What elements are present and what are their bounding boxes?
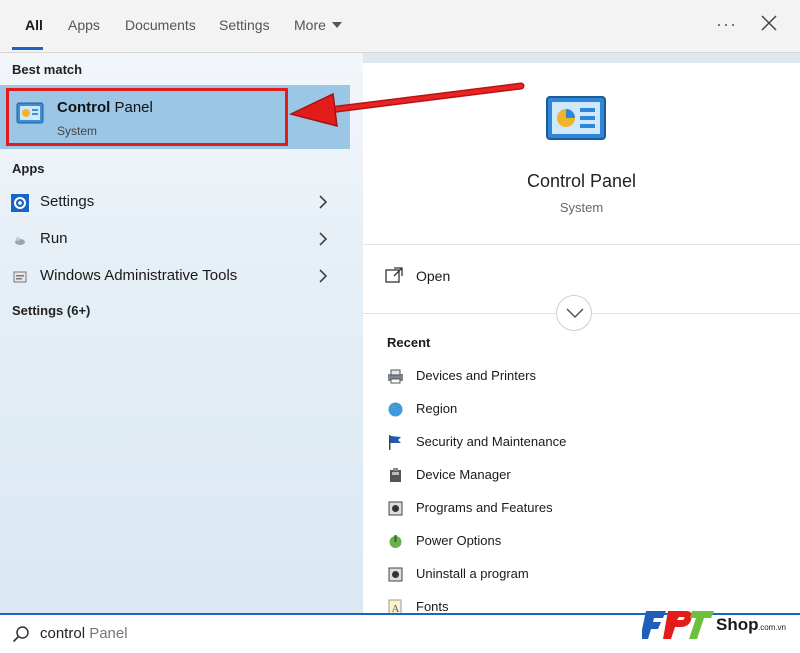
chevron-down-icon xyxy=(331,22,342,28)
search-typed-text: control xyxy=(40,625,86,642)
recent-item-security-and-maintenance[interactable]: Security and Maintenance xyxy=(387,431,687,455)
tab-apps[interactable]: Apps xyxy=(68,17,100,33)
apps-heading: Apps xyxy=(12,161,45,176)
gear-icon xyxy=(11,194,29,212)
app-item-label: Windows Administrative Tools xyxy=(40,267,238,284)
annotation-arrow xyxy=(288,82,525,128)
search-suggestion-text: Panel xyxy=(85,625,128,642)
expand-button[interactable] xyxy=(556,295,592,331)
more-options-icon[interactable]: ··· xyxy=(716,14,737,35)
power-icon xyxy=(389,535,402,548)
tab-documents[interactable]: Documents xyxy=(125,17,196,33)
divider xyxy=(363,244,800,245)
watermark-text: Shop xyxy=(716,615,759,634)
recent-item-label: Devices and Printers xyxy=(416,368,536,383)
recent-item-label: Uninstall a program xyxy=(416,566,529,581)
annotation-highlight-box xyxy=(6,88,288,146)
printer-icon xyxy=(388,369,403,384)
search-tabs-bar: All Apps Documents Settings More ··· xyxy=(0,0,800,53)
search-icon xyxy=(12,626,29,643)
recent-item-label: Device Manager xyxy=(416,467,511,482)
recent-item-device-manager[interactable]: Device Manager xyxy=(387,464,687,488)
chevron-right-icon xyxy=(319,232,328,246)
device-manager-icon xyxy=(390,468,401,482)
watermark-suffix: .com.vn xyxy=(758,623,786,632)
run-icon xyxy=(15,237,25,245)
recent-item-label: Programs and Features xyxy=(416,500,553,515)
recent-item-region[interactable]: Region xyxy=(387,398,687,422)
app-item-label: Settings xyxy=(40,193,95,210)
app-item-windows-administrative-tools[interactable]: Windows Administrative Tools xyxy=(0,260,350,292)
active-tab-indicator xyxy=(12,47,43,50)
chevron-down-icon xyxy=(566,308,584,318)
globe-icon xyxy=(388,402,403,417)
search-input[interactable]: control Panel xyxy=(40,625,128,642)
chevron-right-icon xyxy=(319,269,328,283)
recent-item-devices-and-printers[interactable]: Devices and Printers xyxy=(387,365,687,389)
preview-title: Control Panel xyxy=(526,171,637,191)
settings-count-heading[interactable]: Settings (6+) xyxy=(12,303,90,318)
recent-heading: Recent xyxy=(387,335,431,350)
results-list: Best match Control Panel System Apps Set… xyxy=(0,53,363,613)
app-item-run[interactable]: Run xyxy=(0,223,350,255)
recent-item-uninstall-a-program[interactable]: Uninstall a program xyxy=(387,563,687,587)
control-panel-icon xyxy=(546,96,606,140)
preview-pane: Control Panel System Open Recent Devices… xyxy=(363,63,800,616)
programs-icon xyxy=(388,501,403,516)
recent-item-label: Power Options xyxy=(416,533,502,548)
open-label: Open xyxy=(416,268,451,284)
tab-settings[interactable]: Settings xyxy=(219,17,270,33)
uninstall-icon xyxy=(388,567,403,582)
flag-icon xyxy=(389,435,401,450)
tab-all[interactable]: All xyxy=(25,17,43,33)
best-match-heading: Best match xyxy=(12,62,83,77)
open-icon xyxy=(385,267,403,283)
tab-more-label: More xyxy=(294,17,326,33)
recent-item-power-options[interactable]: Power Options xyxy=(387,530,687,554)
close-icon[interactable] xyxy=(760,14,778,32)
recent-item-label: Fonts xyxy=(416,599,449,614)
fpt-shop-logo: Shop .com.vn xyxy=(642,611,786,639)
admin-tools-icon xyxy=(13,271,27,283)
preview-subtitle: System xyxy=(559,200,604,215)
recent-item-programs-and-features[interactable]: Programs and Features xyxy=(387,497,687,521)
recent-item-label: Security and Maintenance xyxy=(416,434,567,449)
app-item-label: Run xyxy=(40,230,68,247)
tab-more[interactable]: More xyxy=(294,17,342,33)
app-item-settings[interactable]: Settings xyxy=(0,186,350,218)
chevron-right-icon xyxy=(319,195,328,209)
open-action[interactable]: Open xyxy=(385,265,585,289)
recent-item-label: Region xyxy=(416,401,458,416)
